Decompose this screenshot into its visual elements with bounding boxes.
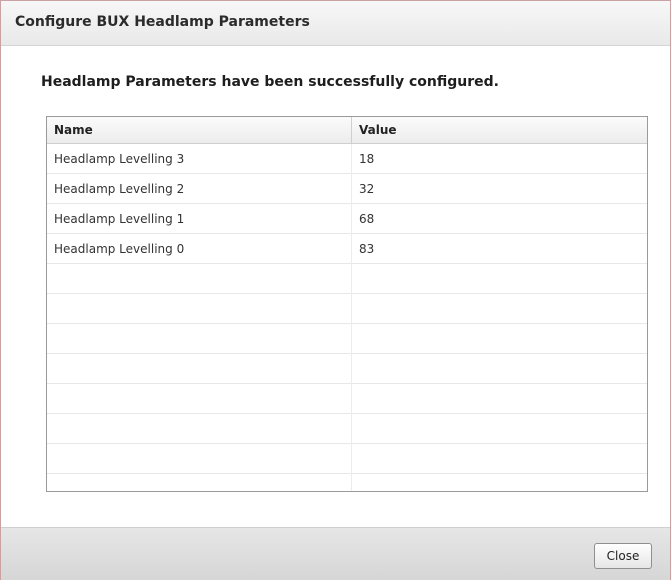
cell-value: 68: [359, 212, 375, 226]
dialog-title: Configure BUX Headlamp Parameters: [15, 14, 310, 30]
table-row[interactable]: [47, 264, 647, 294]
cell-name: [47, 294, 352, 324]
column-header-value[interactable]: Value: [352, 117, 647, 143]
parameters-table: Name Value Headlamp Levelling 3 18 Headlam…: [46, 116, 648, 492]
configure-headlamp-dialog: Configure BUX Headlamp Parameters Headla…: [0, 0, 671, 580]
dialog-footer: Close: [1, 527, 670, 580]
cell-value: [352, 294, 647, 324]
table-row[interactable]: [47, 474, 647, 491]
cell-value: [352, 384, 647, 414]
cell-name: [47, 474, 352, 491]
cell-name: Headlamp Levelling 0: [47, 234, 352, 264]
cell-value: [352, 354, 647, 384]
close-button[interactable]: Close: [594, 543, 652, 569]
table-row[interactable]: Headlamp Levelling 1 68: [47, 204, 647, 234]
cell-value: [352, 444, 647, 474]
table-header: Name Value: [47, 117, 647, 144]
cell-value: 32: [359, 182, 375, 196]
cell-name: [47, 414, 352, 444]
table-row[interactable]: [47, 324, 647, 354]
cell-value: [352, 414, 647, 444]
cell-name: [47, 354, 352, 384]
cell-value: [352, 264, 647, 294]
table-row[interactable]: Headlamp Levelling 2 32: [47, 174, 647, 204]
table-row[interactable]: [47, 294, 647, 324]
cell-value: 83: [359, 242, 375, 256]
cell-name: Headlamp Levelling 1: [47, 204, 352, 234]
table-row[interactable]: [47, 354, 647, 384]
cell-value: [352, 474, 647, 491]
column-header-name[interactable]: Name: [47, 117, 352, 143]
dialog-titlebar: Configure BUX Headlamp Parameters: [1, 1, 670, 46]
table-row[interactable]: [47, 414, 647, 444]
cell-value: 18: [359, 152, 375, 166]
table-row[interactable]: Headlamp Levelling 0 83: [47, 234, 647, 264]
cell-name: [47, 324, 352, 354]
table-row[interactable]: [47, 444, 647, 474]
success-message: Headlamp Parameters have been successful…: [41, 74, 499, 90]
table-row[interactable]: Headlamp Levelling 3 18: [47, 144, 647, 174]
cell-name: Headlamp Levelling 3: [47, 144, 352, 174]
table-row[interactable]: [47, 384, 647, 414]
cell-name: [47, 444, 352, 474]
cell-name: Headlamp Levelling 2: [47, 174, 352, 204]
cell-value: [352, 324, 647, 354]
cell-name: [47, 384, 352, 414]
cell-name: [47, 264, 352, 294]
